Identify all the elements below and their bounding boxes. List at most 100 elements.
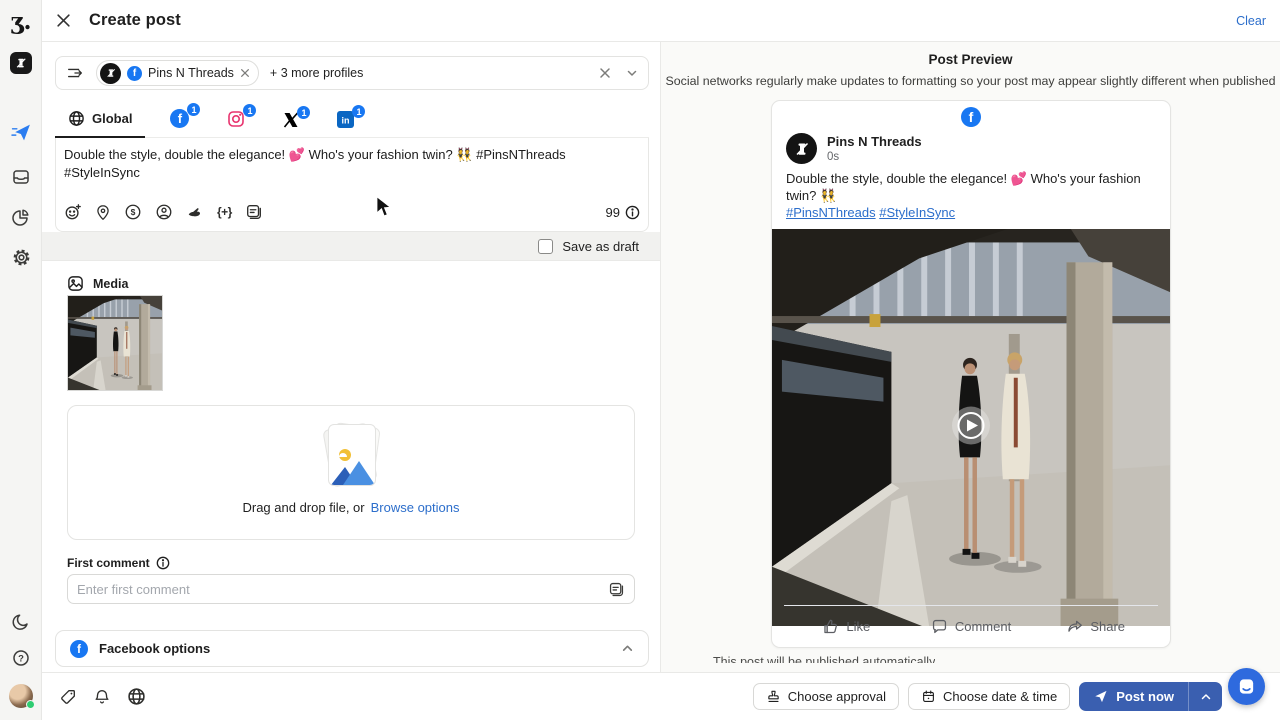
save-as-draft-label: Save as draft — [562, 239, 639, 254]
tab-x[interactable]: 1 — [270, 112, 312, 137]
profile-selector[interactable]: f Pins N Threads + 3 more profiles — [55, 56, 649, 90]
thumbs-up-icon — [822, 618, 839, 635]
tag-icon[interactable] — [59, 688, 77, 706]
clear-link[interactable]: Clear — [1236, 14, 1266, 28]
calendar-icon — [921, 689, 936, 704]
first-comment-input[interactable] — [77, 582, 608, 597]
network-tabs: Global f 1 1 1 — [55, 105, 649, 138]
profile-avatar — [786, 133, 817, 164]
play-button-icon[interactable] — [949, 403, 993, 452]
facebook-icon: f — [961, 107, 981, 127]
chat-widget-button[interactable] — [1228, 668, 1265, 705]
globe-icon — [68, 110, 85, 127]
preview-disclaimer: Social networks regularly make updates t… — [661, 74, 1280, 88]
info-icon[interactable] — [156, 556, 170, 570]
choose-approval-button[interactable]: Choose approval — [753, 683, 899, 710]
chevron-down-icon[interactable] — [626, 67, 638, 79]
profile-list-icon[interactable] — [66, 64, 84, 82]
upload-illustration-icon — [319, 422, 383, 488]
help-button[interactable]: ? — [0, 648, 42, 668]
char-counter: 99 — [606, 205, 640, 220]
page-title: Create post — [89, 11, 181, 30]
location-icon[interactable] — [95, 204, 111, 221]
globe-icon[interactable] — [127, 687, 146, 706]
pie-chart-icon — [11, 207, 31, 227]
footer-tools — [59, 687, 146, 706]
hashtag-link[interactable]: #PinsNThreads — [786, 205, 876, 220]
close-icon[interactable] — [56, 13, 71, 28]
paper-plane-icon — [11, 122, 32, 143]
share-button[interactable]: Share — [1033, 606, 1158, 647]
choose-date-time-button[interactable]: Choose date & time — [908, 683, 1070, 710]
chevron-up-icon — [1200, 691, 1212, 703]
media-icon — [67, 275, 84, 292]
app-sidebar: ʒ. — [0, 0, 42, 720]
sidebar-item-inbox[interactable] — [0, 167, 42, 187]
tab-facebook[interactable]: f 1 — [157, 109, 202, 137]
comment-button[interactable]: Comment — [909, 606, 1034, 647]
post-options-caret[interactable] — [1188, 682, 1222, 711]
moon-icon — [11, 612, 31, 632]
chat-icon — [1237, 677, 1256, 696]
facebook-icon: f — [70, 640, 88, 658]
more-profiles-label[interactable]: + 3 more profiles — [270, 66, 363, 80]
media-attach-icon[interactable] — [245, 203, 263, 221]
clear-profiles-icon[interactable] — [599, 67, 611, 79]
bell-icon[interactable] — [93, 688, 111, 706]
save-as-draft-checkbox[interactable] — [538, 239, 553, 254]
like-button[interactable]: Like — [784, 606, 909, 647]
sidebar-item-analytics[interactable] — [0, 207, 42, 227]
remove-profile-icon[interactable] — [240, 68, 250, 78]
preview-post-text: Double the style, double the elegance! 💕… — [772, 164, 1170, 229]
footer-bar: Choose approval Choose date & time Post … — [42, 672, 1280, 720]
tab-global[interactable]: Global — [55, 110, 145, 138]
tab-instagram[interactable]: 1 — [214, 110, 258, 137]
tab-linkedin[interactable]: in 1 — [324, 111, 367, 137]
stamp-icon — [766, 689, 781, 704]
create-post-window: ʒ. — [0, 0, 1280, 720]
facebook-icon: f — [127, 66, 142, 81]
sidebar-item-publish[interactable] — [0, 122, 42, 143]
instagram-badge: 1 — [243, 104, 256, 117]
svg-text:$: $ — [131, 207, 136, 217]
info-icon[interactable] — [625, 205, 640, 220]
chevron-up-icon[interactable] — [621, 642, 634, 655]
composer-toolbar: $ {+} 99 — [64, 200, 640, 224]
file-dropzone[interactable]: Drag and drop file, orBrowse options — [67, 405, 635, 540]
first-comment-header: First comment — [67, 556, 170, 570]
svg-text:in: in — [342, 116, 350, 126]
media-thumbnail[interactable] — [67, 295, 163, 391]
facebook-options-section[interactable]: f Facebook options — [55, 630, 649, 667]
preview-video[interactable] — [772, 229, 1170, 626]
selected-profile-chip[interactable]: f Pins N Threads — [96, 60, 259, 86]
signature-icon[interactable] — [186, 204, 204, 220]
linkedin-badge: 1 — [352, 105, 365, 118]
variables-icon[interactable]: {+} — [217, 205, 232, 219]
workspace-avatar[interactable] — [0, 52, 42, 74]
thread-spool-icon — [14, 56, 28, 70]
post-now-split-button: Post now — [1079, 682, 1222, 711]
mention-icon[interactable] — [155, 203, 173, 221]
dollar-icon[interactable]: $ — [124, 203, 142, 221]
send-icon — [1093, 689, 1108, 704]
user-avatar[interactable] — [0, 684, 42, 708]
post-now-button[interactable]: Post now — [1079, 682, 1188, 711]
first-comment-field — [67, 574, 635, 604]
browse-options-link[interactable]: Browse options — [371, 500, 460, 515]
facebook-options-label: Facebook options — [99, 641, 610, 656]
share-icon — [1066, 618, 1083, 635]
save-as-draft-bar: Save as draft — [42, 232, 660, 261]
header: Create post Clear — [42, 0, 1280, 42]
facebook-post-preview-card: f Pins N Threads 0s Double the style, do… — [771, 100, 1171, 648]
post-text-input[interactable]: Double the style, double the elegance! 💕… — [64, 146, 640, 182]
sidebar-item-settings[interactable] — [0, 247, 42, 268]
help-icon: ? — [11, 648, 31, 668]
inbox-icon — [11, 167, 31, 187]
comment-icon — [931, 618, 948, 635]
hashtag-link[interactable]: #StyleInSync — [879, 205, 955, 220]
media-attach-icon[interactable] — [608, 581, 625, 598]
emoji-icon[interactable] — [64, 203, 82, 221]
dark-mode-toggle[interactable] — [0, 612, 42, 632]
compose-box: Double the style, double the elegance! 💕… — [55, 138, 649, 232]
media-section-label: Media — [93, 277, 128, 291]
